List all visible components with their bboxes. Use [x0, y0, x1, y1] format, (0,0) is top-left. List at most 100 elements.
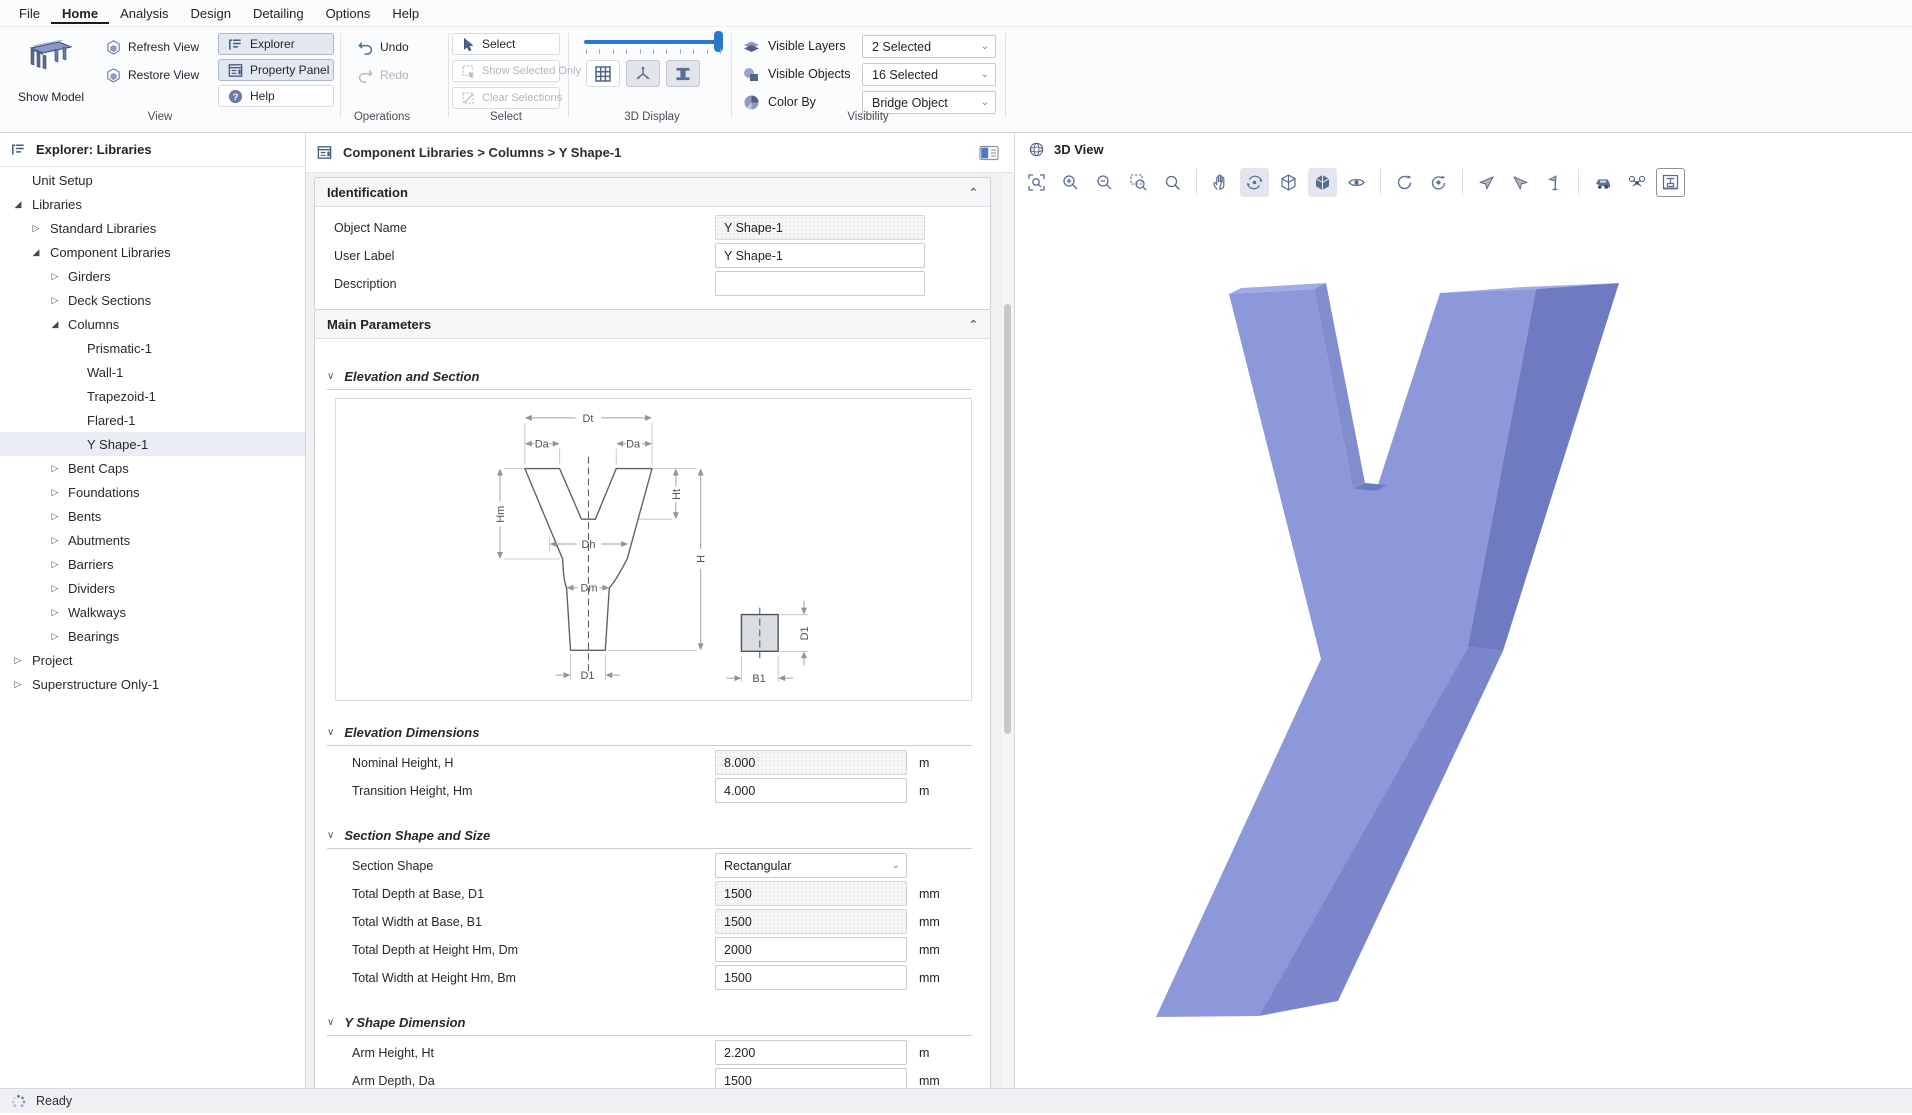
- tree-item-wall-1[interactable]: Wall-1: [0, 360, 305, 384]
- tree-item-foundations[interactable]: ▷Foundations: [0, 480, 305, 504]
- tree-item-unit-setup[interactable]: Unit Setup: [0, 168, 305, 192]
- tree-item-columns[interactable]: ◢Columns: [0, 312, 305, 336]
- rotate-cube-button[interactable]: [1424, 168, 1453, 197]
- station-view-button[interactable]: [1656, 168, 1685, 197]
- scrollbar-thumb[interactable]: [1004, 304, 1011, 734]
- chevron-collapsed-icon[interactable]: ▷: [49, 607, 61, 618]
- axes-display-toggle[interactable]: [626, 60, 660, 87]
- rotate-view-button[interactable]: [1390, 168, 1419, 197]
- tree-item-girders[interactable]: ▷Girders: [0, 264, 305, 288]
- chevron-collapsed-icon[interactable]: ▷: [49, 535, 61, 546]
- fly-right-button[interactable]: [1506, 168, 1535, 197]
- tree-item-bents[interactable]: ▷Bents: [0, 504, 305, 528]
- chevron-collapsed-icon[interactable]: ▷: [49, 487, 61, 498]
- main-parameters-header[interactable]: Main Parameters ⌃: [315, 310, 990, 339]
- zoom-extents-button[interactable]: [1022, 168, 1051, 197]
- chevron-collapsed-icon[interactable]: ▷: [49, 295, 61, 306]
- chevron-collapsed-icon[interactable]: ▷: [49, 271, 61, 282]
- shaded-view-button[interactable]: [1308, 168, 1337, 197]
- orbit-button[interactable]: [1240, 168, 1269, 197]
- explorer-toggle-button[interactable]: Explorer: [218, 33, 334, 55]
- menu-item-options[interactable]: Options: [315, 2, 382, 24]
- clear-selections-button[interactable]: Clear Selections: [452, 87, 560, 109]
- chevron-collapsed-icon[interactable]: ▷: [49, 511, 61, 522]
- fly-left-button[interactable]: [1472, 168, 1501, 197]
- chevron-collapsed-icon[interactable]: ▷: [49, 463, 61, 474]
- chevron-expanded-icon[interactable]: ◢: [12, 199, 24, 210]
- show-selected-only-button[interactable]: Show Selected Only: [452, 60, 560, 82]
- tree-item-dividers[interactable]: ▷Dividers: [0, 576, 305, 600]
- subsection-header[interactable]: ∨Y Shape Dimension: [327, 1009, 972, 1036]
- refresh-view-button[interactable]: Refresh View: [96, 36, 208, 58]
- column-3d-model[interactable]: [1016, 199, 1912, 1088]
- wireframe-view-button[interactable]: [1274, 168, 1303, 197]
- field-input[interactable]: 4.000: [715, 778, 907, 803]
- help-button[interactable]: ? Help: [218, 85, 334, 107]
- tree-item-project[interactable]: ▷Project: [0, 648, 305, 672]
- tree-item-component-libraries[interactable]: ◢Component Libraries: [0, 240, 305, 264]
- tree-item-bent-caps[interactable]: ▷Bent Caps: [0, 456, 305, 480]
- chevron-collapsed-icon[interactable]: ▷: [49, 583, 61, 594]
- tree-item-trapezoid-1[interactable]: Trapezoid-1: [0, 384, 305, 408]
- tree-item-superstructure-only-1[interactable]: ▷Superstructure Only-1: [0, 672, 305, 696]
- drone-view-button[interactable]: [1622, 168, 1651, 197]
- tree-item-abutments[interactable]: ▷Abutments: [0, 528, 305, 552]
- zoom-select-button[interactable]: [1158, 168, 1187, 197]
- field-input[interactable]: 2.200: [715, 1040, 907, 1065]
- tree-item-barriers[interactable]: ▷Barriers: [0, 552, 305, 576]
- subsection-header[interactable]: ∨Elevation and Section: [327, 363, 972, 390]
- collapse-chevron-icon[interactable]: ⌃: [969, 318, 978, 331]
- tree-item-bearings[interactable]: ▷Bearings: [0, 624, 305, 648]
- chevron-collapsed-icon[interactable]: ▷: [30, 223, 42, 234]
- chevron-collapsed-icon[interactable]: ▷: [49, 559, 61, 570]
- tree-item-deck-sections[interactable]: ▷Deck Sections: [0, 288, 305, 312]
- visible-objects-dropdown[interactable]: 16 Selected⌄: [862, 63, 996, 86]
- display-depth-slider-track[interactable]: [584, 40, 723, 44]
- walkthrough-button[interactable]: [1540, 168, 1569, 197]
- panel-pin-icon[interactable]: [978, 144, 1000, 162]
- field-input[interactable]: Y Shape-1: [715, 215, 925, 240]
- chevron-collapsed-icon[interactable]: ▷: [49, 631, 61, 642]
- field-input[interactable]: [715, 271, 925, 296]
- tree-item-walkways[interactable]: ▷Walkways: [0, 600, 305, 624]
- field-input[interactable]: 1500: [715, 965, 907, 990]
- collapse-chevron-icon[interactable]: ⌃: [969, 186, 978, 199]
- menu-item-design[interactable]: Design: [180, 2, 242, 24]
- field-input[interactable]: Y Shape-1: [715, 243, 925, 268]
- identification-header[interactable]: Identification ⌃: [315, 178, 990, 207]
- undo-button[interactable]: Undo: [348, 36, 418, 58]
- zoom-window-button[interactable]: [1124, 168, 1153, 197]
- properties-scrollbar[interactable]: [1002, 174, 1013, 1087]
- menu-item-detailing[interactable]: Detailing: [242, 2, 315, 24]
- field-input[interactable]: 8.000: [715, 750, 907, 775]
- menu-item-home[interactable]: Home: [51, 2, 109, 24]
- chevron-collapsed-icon[interactable]: ▷: [12, 679, 24, 690]
- zoom-in-button[interactable]: [1056, 168, 1085, 197]
- tree-item-standard-libraries[interactable]: ▷Standard Libraries: [0, 216, 305, 240]
- tree-item-y-shape-1[interactable]: Y Shape-1: [0, 432, 305, 456]
- visible-layers-dropdown[interactable]: 2 Selected⌄: [862, 35, 996, 58]
- view-eye-button[interactable]: [1342, 168, 1371, 197]
- pan-button[interactable]: [1206, 168, 1235, 197]
- field-input[interactable]: 1500: [715, 881, 907, 906]
- property-panel-toggle-button[interactable]: Property Panel: [218, 59, 334, 81]
- show-model-button[interactable]: Show Model: [10, 31, 92, 107]
- tree-item-prismatic-1[interactable]: Prismatic-1: [0, 336, 305, 360]
- chevron-expanded-icon[interactable]: ◢: [49, 319, 61, 330]
- menu-item-help[interactable]: Help: [381, 2, 430, 24]
- subsection-header[interactable]: ∨Section Shape and Size: [327, 822, 972, 849]
- section-shape-select[interactable]: Rectangular⌄: [715, 853, 907, 878]
- chevron-expanded-icon[interactable]: ◢: [30, 247, 42, 258]
- menu-item-file[interactable]: File: [8, 2, 51, 24]
- drive-view-button[interactable]: [1588, 168, 1617, 197]
- select-button[interactable]: Select: [452, 33, 560, 55]
- chevron-collapsed-icon[interactable]: ▷: [12, 655, 24, 666]
- tree-item-flared-1[interactable]: Flared-1: [0, 408, 305, 432]
- menu-item-analysis[interactable]: Analysis: [109, 2, 179, 24]
- restore-view-button[interactable]: Restore View: [96, 64, 208, 86]
- grid-display-toggle[interactable]: [586, 60, 620, 87]
- field-input[interactable]: 1500: [715, 909, 907, 934]
- subsection-header[interactable]: ∨Elevation Dimensions: [327, 719, 972, 746]
- redo-button[interactable]: Redo: [348, 64, 418, 86]
- section-display-toggle[interactable]: [666, 60, 700, 87]
